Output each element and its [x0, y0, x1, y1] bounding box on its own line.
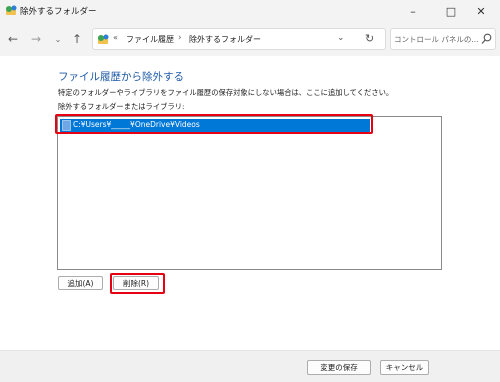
remove-button[interactable]: 削除(R): [113, 276, 159, 290]
up-arrow-icon[interactable]: ↑: [68, 30, 86, 48]
folder-icon: [62, 120, 71, 131]
excluded-folders-list[interactable]: C:¥Users¥_____¥OneDrive¥Videos: [57, 116, 442, 270]
control-panel-icon: [6, 5, 17, 15]
address-bar[interactable]: « ファイル履歴 › 除外するフォルダー ⌄ ↻: [92, 28, 386, 50]
address-dropdown-icon[interactable]: ⌄: [337, 33, 345, 43]
cancel-button[interactable]: キャンセル: [380, 360, 429, 375]
excluded-list-label: 除外するフォルダーまたはライブラリ:: [58, 102, 185, 111]
forward-arrow-icon[interactable]: →: [27, 30, 45, 48]
page-description: 特定のフォルダーやライブラリをファイル履歴の保存対象にしない場合は、ここに追加し…: [58, 88, 394, 97]
page-heading: ファイル履歴から除外する: [58, 71, 184, 83]
save-changes-button[interactable]: 変更の保存: [307, 360, 371, 375]
search-input[interactable]: [394, 32, 478, 46]
minimize-button[interactable]: –: [394, 0, 432, 22]
list-item[interactable]: C:¥Users¥_____¥OneDrive¥Videos: [60, 119, 370, 132]
window-title: 除外するフォルダー: [20, 7, 97, 17]
footer-bar: 変更の保存 キャンセル: [0, 350, 500, 382]
breadcrumb-overflow-icon[interactable]: «: [113, 33, 118, 42]
breadcrumb-separator-icon[interactable]: ›: [178, 33, 182, 43]
breadcrumb-file-history[interactable]: ファイル履歴: [126, 34, 174, 45]
search-box[interactable]: [390, 28, 496, 50]
refresh-icon[interactable]: ↻: [365, 32, 374, 45]
search-icon[interactable]: [481, 33, 492, 45]
recent-locations-chevron-icon[interactable]: ⌄: [49, 30, 67, 48]
back-arrow-icon[interactable]: ←: [4, 30, 22, 48]
add-button[interactable]: 追加(A): [58, 276, 103, 290]
title-bar: 除外するフォルダー – □ ✕: [0, 0, 500, 22]
navigation-bar: ← → ⌄ ↑ « ファイル履歴 › 除外するフォルダー ⌄ ↻: [0, 22, 500, 56]
control-panel-icon: [98, 34, 109, 44]
list-item-path: C:¥Users¥_____¥OneDrive¥Videos: [73, 120, 200, 129]
breadcrumb-exclude-folders[interactable]: 除外するフォルダー: [189, 34, 261, 45]
close-button[interactable]: ✕: [462, 0, 500, 22]
